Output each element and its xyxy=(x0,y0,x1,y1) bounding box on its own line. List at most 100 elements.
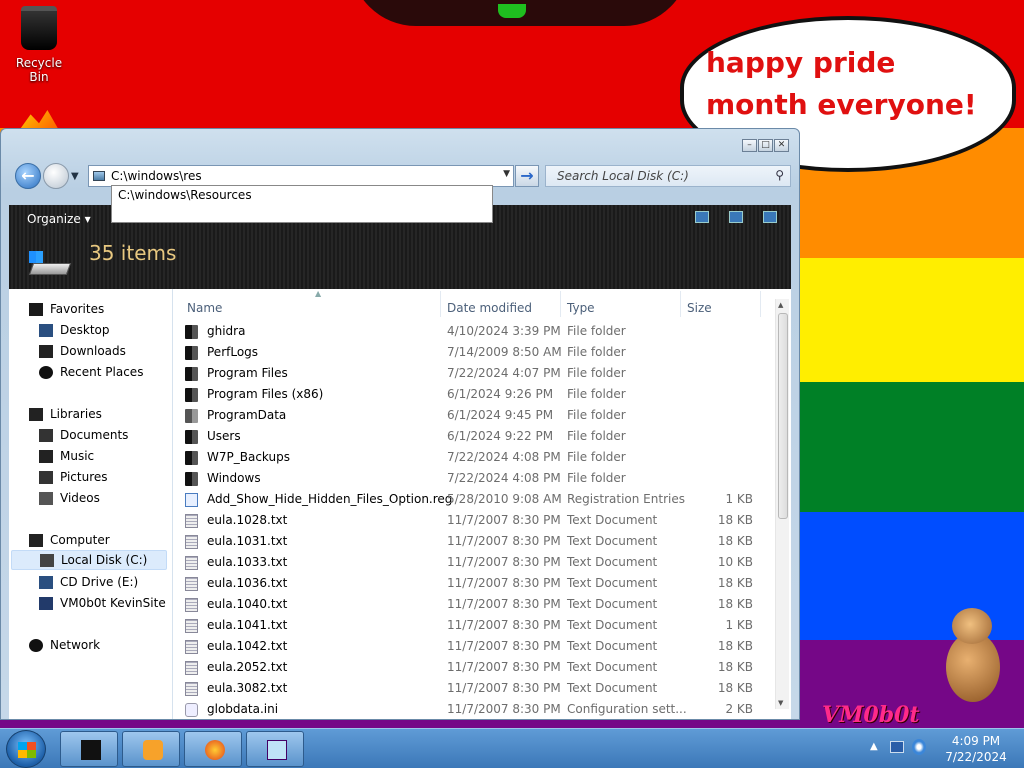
recycle-bin-icon xyxy=(21,6,57,50)
nav-local-disk[interactable]: Local Disk (C:) xyxy=(11,550,167,570)
firefox-icon xyxy=(205,740,225,760)
star-icon xyxy=(29,302,43,316)
file-type: File folder xyxy=(567,408,626,422)
clock[interactable]: 4:09 PM 7/22/2024 xyxy=(936,733,1016,765)
nav-label: Network xyxy=(50,638,101,652)
table-row[interactable]: Users 6/1/2024 9:22 PM File folder xyxy=(179,426,761,447)
cd-drive-icon xyxy=(39,575,53,589)
nav-label: CD Drive (E:) xyxy=(60,575,139,589)
close-button[interactable]: ✕ xyxy=(774,139,789,152)
address-input[interactable] xyxy=(111,168,481,184)
table-row[interactable]: eula.1031.txt 11/7/2007 8:30 PM Text Docum… xyxy=(179,531,761,552)
network-tray-icon[interactable] xyxy=(890,741,904,753)
taskbar-firefox[interactable] xyxy=(184,731,242,767)
explorer-icon xyxy=(81,740,101,760)
music-icon xyxy=(39,449,53,463)
preview-pane-icon[interactable] xyxy=(729,211,743,223)
file-size: 2 KB xyxy=(725,702,753,716)
nav-libraries[interactable]: Libraries xyxy=(29,404,187,424)
volume-tray-icon[interactable] xyxy=(912,739,926,755)
table-row[interactable]: eula.1028.txt 11/7/2007 8:30 PM Text Docum… xyxy=(179,510,761,531)
column-header-size[interactable]: Size xyxy=(681,291,761,317)
go-button[interactable]: → xyxy=(515,165,539,187)
table-row[interactable]: eula.2052.txt 11/7/2007 8:30 PM Text Docum… xyxy=(179,657,761,678)
recycle-bin-shortcut[interactable]: Recycle Bin xyxy=(6,6,72,84)
hamster-image xyxy=(940,608,1004,702)
file-type: Text Document xyxy=(567,555,658,569)
change-view-icon[interactable] xyxy=(695,211,709,223)
view-controls xyxy=(695,211,777,223)
table-row[interactable]: eula.1042.txt 11/7/2007 8:30 PM Text Docum… xyxy=(179,636,761,657)
file-name: eula.1041.txt xyxy=(207,618,288,632)
network-icon xyxy=(29,638,43,652)
vertical-scrollbar[interactable]: ▲ ▼ xyxy=(775,299,789,709)
speech-bubble-text: happy pride month everyone! xyxy=(706,46,977,121)
table-row[interactable]: Windows 7/22/2024 4:08 PM File folder xyxy=(179,468,761,489)
sort-arrow-icon: ▲ xyxy=(315,289,322,298)
address-bar[interactable]: ▼ xyxy=(88,165,514,187)
navigation-pane: Favorites Desktop Downloads Recent Place… xyxy=(9,289,173,719)
show-hidden-icons-icon[interactable]: ▲ xyxy=(870,741,878,752)
taskbar-media-player[interactable] xyxy=(122,731,180,767)
network-drive-icon xyxy=(39,596,53,610)
column-header-type[interactable]: Type xyxy=(561,291,681,317)
search-icon[interactable]: ⚲ xyxy=(775,168,784,182)
scroll-thumb[interactable] xyxy=(778,313,788,519)
file-type: Text Document xyxy=(567,660,658,674)
file-name: Windows xyxy=(207,471,261,485)
table-row[interactable]: eula.1033.txt 11/7/2007 8:30 PM Text Docum… xyxy=(179,552,761,573)
file-date: 6/1/2024 9:22 PM xyxy=(447,429,554,443)
back-button[interactable]: ← xyxy=(15,163,41,189)
autocomplete-item[interactable]: C:\windows\Resources xyxy=(112,186,492,204)
file-date: 11/7/2007 8:30 PM xyxy=(447,555,561,569)
table-row[interactable]: Program Files (x86) 6/1/2024 9:26 PM File … xyxy=(179,384,761,405)
address-autocomplete: C:\windows\Resources xyxy=(111,185,493,223)
scroll-up-icon[interactable]: ▲ xyxy=(778,301,783,309)
scroll-down-icon[interactable]: ▼ xyxy=(778,699,783,707)
text-file-icon xyxy=(185,682,198,696)
table-row[interactable]: ghidra 4/10/2024 3:39 PM File folder xyxy=(179,321,761,342)
organize-button[interactable]: Organize ▾ xyxy=(27,212,91,226)
file-type: File folder xyxy=(567,471,626,485)
table-row[interactable]: eula.1040.txt 11/7/2007 8:30 PM Text Docum… xyxy=(179,594,761,615)
forward-button[interactable] xyxy=(43,163,69,189)
text-file-icon xyxy=(185,661,198,675)
file-date: 11/7/2007 8:30 PM xyxy=(447,597,561,611)
search-box[interactable]: Search Local Disk (C:) ⚲ xyxy=(545,165,791,187)
start-button[interactable] xyxy=(6,730,46,768)
minimize-button[interactable]: – xyxy=(742,139,757,152)
file-type: Registration Entries xyxy=(567,492,685,506)
table-row[interactable]: globdata.ini 11/7/2007 8:30 PM Configurati… xyxy=(179,699,761,720)
nav-network[interactable]: Network xyxy=(29,635,187,655)
address-dropdown-icon[interactable]: ▼ xyxy=(503,169,510,179)
taskbar-explorer[interactable] xyxy=(60,731,118,767)
file-type: Text Document xyxy=(567,576,658,590)
caption-buttons: – □ ✕ xyxy=(742,139,789,152)
file-size: 18 KB xyxy=(717,534,753,548)
column-header-name[interactable]: Name ▲ xyxy=(181,289,441,317)
table-row[interactable]: eula.1041.txt 11/7/2007 8:30 PM Text Docum… xyxy=(179,615,761,636)
table-row[interactable]: PerfLogs 7/14/2009 8:50 AM File folder xyxy=(179,342,761,363)
videos-icon xyxy=(39,491,53,505)
nav-favorites[interactable]: Favorites xyxy=(29,299,187,319)
table-row[interactable]: Program Files 7/22/2024 4:07 PM File folde… xyxy=(179,363,761,384)
file-name: Add_Show_Hide_Hidden_Files_Option.reg xyxy=(207,492,453,506)
table-row[interactable]: W7P_Backups 7/22/2024 4:08 PM File folder xyxy=(179,447,761,468)
recent-pages-dropdown[interactable]: ▼ xyxy=(71,171,79,182)
taskbar-notepad[interactable] xyxy=(246,731,304,767)
help-icon[interactable] xyxy=(763,211,777,223)
table-row[interactable]: Add_Show_Hide_Hidden_Files_Option.reg 5/2… xyxy=(179,489,761,510)
file-date: 11/7/2007 8:30 PM xyxy=(447,702,561,716)
file-size: 18 KB xyxy=(717,639,753,653)
search-placeholder: Search Local Disk (C:) xyxy=(557,169,689,183)
maximize-button[interactable]: □ xyxy=(758,139,773,152)
table-row[interactable]: eula.3082.txt 11/7/2007 8:30 PM Text Docum… xyxy=(179,678,761,699)
column-header-date[interactable]: Date modified xyxy=(441,291,561,317)
file-size: 1 KB xyxy=(725,492,753,506)
nav-computer[interactable]: Computer xyxy=(29,530,187,550)
folder-icon xyxy=(185,430,198,444)
wallpaper-green-light xyxy=(498,4,526,18)
folder-icon xyxy=(185,409,198,423)
table-row[interactable]: ProgramData 6/1/2024 9:45 PM File folder xyxy=(179,405,761,426)
table-row[interactable]: eula.1036.txt 11/7/2007 8:30 PM Text Docum… xyxy=(179,573,761,594)
